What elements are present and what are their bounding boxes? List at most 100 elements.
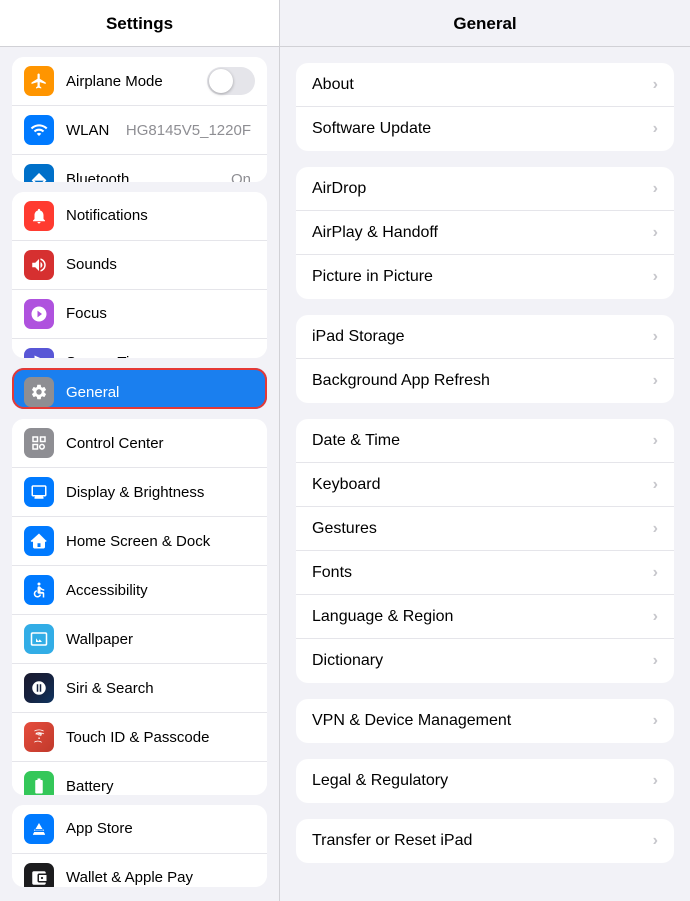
panel-item-background-refresh[interactable]: Background App Refresh ›	[296, 359, 674, 403]
sidebar-item-battery[interactable]: Battery	[12, 762, 267, 795]
sidebar-item-app-store[interactable]: App Store	[12, 805, 267, 854]
chevron-icon: ›	[653, 372, 658, 390]
panel-item-fonts[interactable]: Fonts ›	[296, 551, 674, 595]
screen-time-label: Screen Time	[66, 354, 255, 358]
battery-label: Battery	[66, 778, 255, 795]
keyboard-label: Keyboard	[312, 476, 653, 494]
chevron-icon: ›	[653, 772, 658, 790]
sidebar-item-siri[interactable]: Siri & Search	[12, 664, 267, 713]
sounds-icon	[24, 250, 54, 280]
sidebar-item-wallpaper[interactable]: Wallpaper	[12, 615, 267, 664]
sidebar-item-accessibility[interactable]: Accessibility	[12, 566, 267, 615]
sidebar-item-bluetooth[interactable]: ⬘ Bluetooth On	[12, 155, 267, 182]
control-center-label: Control Center	[66, 435, 255, 452]
panel-item-date-time[interactable]: Date & Time ›	[296, 419, 674, 463]
panel-item-airplay[interactable]: AirPlay & Handoff ›	[296, 211, 674, 255]
chevron-icon: ›	[653, 476, 658, 494]
ipad-storage-label: iPad Storage	[312, 328, 653, 346]
sidebar: Settings Airplane Mode WLAN HG8145V5_122…	[0, 0, 280, 901]
screen-time-icon	[24, 348, 54, 358]
panel-group-storage: iPad Storage › Background App Refresh ›	[296, 315, 674, 403]
chevron-icon: ›	[653, 328, 658, 346]
sidebar-item-airplane-mode[interactable]: Airplane Mode	[12, 57, 267, 106]
panel-item-about[interactable]: About ›	[296, 63, 674, 107]
sidebar-item-touch-id[interactable]: Touch ID & Passcode	[12, 713, 267, 762]
home-screen-icon	[24, 526, 54, 556]
panel-item-software-update[interactable]: Software Update ›	[296, 107, 674, 151]
language-label: Language & Region	[312, 608, 653, 626]
vpn-label: VPN & Device Management	[312, 712, 653, 730]
display-label: Display & Brightness	[66, 484, 255, 501]
panel-item-legal[interactable]: Legal & Regulatory ›	[296, 759, 674, 803]
chevron-icon: ›	[653, 652, 658, 670]
toggle-knob	[209, 69, 233, 93]
sidebar-group-display: Control Center Display & Brightness Home…	[12, 419, 267, 795]
airplane-mode-toggle[interactable]	[207, 67, 255, 95]
sidebar-group-connectivity: Airplane Mode WLAN HG8145V5_1220F ⬘ Blue…	[12, 57, 267, 182]
sidebar-item-notifications[interactable]: Notifications	[12, 192, 267, 241]
panel-item-ipad-storage[interactable]: iPad Storage ›	[296, 315, 674, 359]
panel-item-pip[interactable]: Picture in Picture ›	[296, 255, 674, 299]
pip-label: Picture in Picture	[312, 268, 653, 286]
panel-group-locale: Date & Time › Keyboard › Gestures › Font…	[296, 419, 674, 683]
bluetooth-value: On	[231, 171, 251, 182]
legal-label: Legal & Regulatory	[312, 772, 653, 790]
chevron-icon: ›	[653, 224, 658, 242]
airplay-label: AirPlay & Handoff	[312, 224, 653, 242]
about-label: About	[312, 76, 653, 94]
panel-item-airdrop[interactable]: AirDrop ›	[296, 167, 674, 211]
airplane-mode-label: Airplane Mode	[66, 73, 207, 90]
wlan-icon	[24, 115, 54, 145]
sidebar-item-control-center[interactable]: Control Center	[12, 419, 267, 468]
wallet-icon	[24, 863, 54, 888]
airdrop-label: AirDrop	[312, 180, 653, 198]
sidebar-item-home-screen[interactable]: Home Screen & Dock	[12, 517, 267, 566]
bluetooth-icon: ⬘	[24, 164, 54, 182]
panel-group-legal: Legal & Regulatory ›	[296, 759, 674, 803]
display-icon	[24, 477, 54, 507]
sidebar-item-wallet[interactable]: Wallet & Apple Pay	[12, 854, 267, 888]
sidebar-item-wlan[interactable]: WLAN HG8145V5_1220F	[12, 106, 267, 155]
software-update-label: Software Update	[312, 120, 653, 138]
dictionary-label: Dictionary	[312, 652, 653, 670]
panel-group-airdrop: AirDrop › AirPlay & Handoff › Picture in…	[296, 167, 674, 299]
panel-item-language[interactable]: Language & Region ›	[296, 595, 674, 639]
sidebar-title: Settings	[0, 0, 279, 47]
siri-icon	[24, 673, 54, 703]
chevron-icon: ›	[653, 432, 658, 450]
chevron-icon: ›	[653, 520, 658, 538]
panel-item-vpn[interactable]: VPN & Device Management ›	[296, 699, 674, 743]
chevron-icon: ›	[653, 832, 658, 850]
sidebar-item-focus[interactable]: Focus	[12, 290, 267, 339]
focus-icon	[24, 299, 54, 329]
chevron-icon: ›	[653, 120, 658, 138]
sidebar-item-screen-time[interactable]: Screen Time	[12, 339, 267, 358]
wlan-value: HG8145V5_1220F	[126, 122, 251, 139]
sidebar-item-general[interactable]: General	[12, 368, 267, 409]
airplane-mode-icon	[24, 66, 54, 96]
panel-title: General	[280, 0, 690, 47]
wlan-label: WLAN	[66, 122, 126, 139]
sidebar-group-store: App Store Wallet & Apple Pay	[12, 805, 267, 888]
sidebar-group-alerts: Notifications Sounds Focus Screen Time	[12, 192, 267, 358]
panel-item-transfer[interactable]: Transfer or Reset iPad ›	[296, 819, 674, 863]
notifications-icon	[24, 201, 54, 231]
sidebar-item-sounds[interactable]: Sounds	[12, 241, 267, 290]
sidebar-group-general: General	[12, 368, 267, 409]
panel-item-keyboard[interactable]: Keyboard ›	[296, 463, 674, 507]
accessibility-icon	[24, 575, 54, 605]
general-icon	[24, 377, 54, 407]
sidebar-item-display[interactable]: Display & Brightness	[12, 468, 267, 517]
app-store-label: App Store	[66, 820, 255, 837]
focus-label: Focus	[66, 305, 255, 322]
siri-label: Siri & Search	[66, 680, 255, 697]
panel-item-dictionary[interactable]: Dictionary ›	[296, 639, 674, 683]
panel-item-gestures[interactable]: Gestures ›	[296, 507, 674, 551]
transfer-label: Transfer or Reset iPad	[312, 832, 653, 850]
panel-group-about: About › Software Update ›	[296, 63, 674, 151]
touch-id-icon	[24, 722, 54, 752]
background-refresh-label: Background App Refresh	[312, 372, 653, 390]
wallet-label: Wallet & Apple Pay	[66, 869, 255, 886]
touch-id-label: Touch ID & Passcode	[66, 729, 255, 746]
control-center-icon	[24, 428, 54, 458]
